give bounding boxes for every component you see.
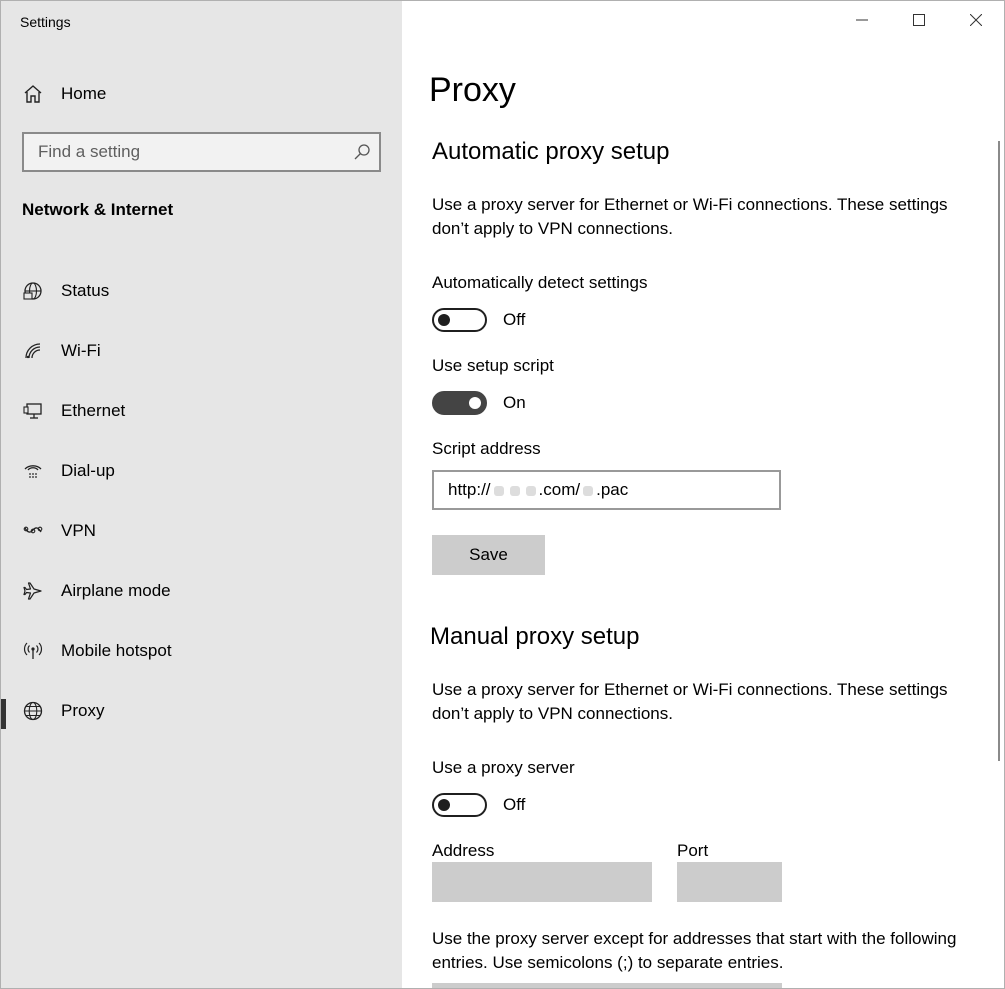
minimize-icon (855, 13, 868, 31)
sidebar-item-label: VPN (61, 521, 96, 540)
sidebar-item-ethernet[interactable]: Ethernet (1, 381, 402, 441)
setup-script-row: On (432, 391, 526, 415)
use-proxy-state: Off (503, 795, 526, 814)
app-title: Settings (20, 14, 71, 30)
sidebar-item-label: Status (61, 281, 110, 300)
auto-detect-label: Automatically detect settings (432, 273, 648, 292)
port-label: Port (677, 841, 709, 860)
address-label: Address (432, 841, 495, 860)
sidebar-item-label: Airplane mode (61, 581, 171, 600)
dialup-icon (21, 459, 45, 483)
use-proxy-label: Use a proxy server (432, 758, 575, 777)
home-icon (21, 82, 45, 106)
address-input[interactable] (432, 862, 652, 902)
script-address-field[interactable]: http:// .com/ .pac (432, 470, 781, 510)
maximize-icon (912, 13, 925, 31)
close-button[interactable] (947, 1, 1004, 43)
globe-status-icon (21, 279, 45, 303)
toggle-knob (438, 799, 450, 811)
auto-detect-state: Off (503, 310, 526, 329)
address-suffix: .pac (596, 480, 629, 499)
exceptions-description: Use the proxy server except for addresse… (432, 929, 957, 972)
sidebar-item-dialup[interactable]: Dial-up (1, 441, 402, 501)
main-content: Proxy Automatic proxy setup Use a proxy … (402, 1, 1004, 988)
search-box[interactable] (22, 132, 381, 172)
ethernet-icon (21, 399, 45, 423)
page-title: Proxy (429, 71, 516, 109)
sidebar-nav: Status Wi-Fi Ethernet Dial-up VPN Airpla… (1, 261, 402, 741)
exceptions-input[interactable] (432, 983, 782, 988)
port-input[interactable] (677, 862, 782, 902)
redacted-text (509, 485, 520, 496)
search-input[interactable] (24, 134, 348, 170)
automatic-proxy-heading: Automatic proxy setup (432, 138, 670, 165)
address-mid: .com/ (538, 480, 581, 499)
use-proxy-toggle[interactable] (432, 793, 487, 817)
wifi-icon (21, 339, 45, 363)
manual-proxy-description: Use a proxy server for Ethernet or Wi-Fi… (432, 680, 948, 723)
section-title: Network & Internet (22, 200, 174, 219)
sidebar: Settings Home Network & Internet Status (1, 1, 402, 988)
automatic-proxy-description: Use a proxy server for Ethernet or Wi-Fi… (432, 195, 948, 238)
script-address-label: Script address (432, 439, 541, 458)
manual-proxy-heading: Manual proxy setup (430, 623, 640, 650)
window-controls (833, 1, 1004, 43)
toggle-knob (469, 397, 481, 409)
settings-window: Settings Home Network & Internet Status (0, 0, 1005, 989)
close-icon (969, 13, 982, 31)
sidebar-item-mobile-hotspot[interactable]: Mobile hotspot (1, 621, 402, 681)
sidebar-item-wifi[interactable]: Wi-Fi (1, 321, 402, 381)
address-prefix: http:// (448, 480, 491, 499)
toggle-knob (438, 314, 450, 326)
redacted-text (525, 485, 536, 496)
auto-detect-toggle[interactable] (432, 308, 487, 332)
redacted-text (493, 485, 504, 496)
sidebar-item-status[interactable]: Status (1, 261, 402, 321)
setup-script-state: On (503, 393, 526, 412)
home-label: Home (61, 84, 107, 103)
sidebar-item-label: Proxy (61, 701, 105, 720)
scrollbar[interactable] (998, 141, 1000, 761)
sidebar-item-vpn[interactable]: VPN (1, 501, 402, 561)
use-proxy-row: Off (432, 793, 525, 817)
globe-icon (21, 699, 45, 723)
sidebar-item-proxy[interactable]: Proxy (1, 681, 402, 741)
sidebar-item-label: Dial-up (61, 461, 115, 480)
search-icon[interactable] (353, 143, 371, 161)
script-address-value: http:// .com/ .pac (448, 480, 628, 500)
redacted-text (583, 485, 594, 496)
home-nav-item[interactable]: Home (21, 81, 106, 107)
sidebar-item-label: Wi-Fi (61, 341, 101, 360)
airplane-icon (21, 579, 45, 603)
sidebar-item-label: Mobile hotspot (61, 641, 172, 660)
auto-detect-row: Off (432, 308, 525, 332)
save-button[interactable]: Save (432, 535, 545, 575)
setup-script-label: Use setup script (432, 356, 554, 375)
setup-script-toggle[interactable] (432, 391, 487, 415)
hotspot-icon (21, 639, 45, 663)
sidebar-item-airplane[interactable]: Airplane mode (1, 561, 402, 621)
sidebar-item-label: Ethernet (61, 401, 126, 420)
minimize-button[interactable] (833, 1, 890, 43)
maximize-button[interactable] (890, 1, 947, 43)
vpn-icon (21, 519, 45, 543)
